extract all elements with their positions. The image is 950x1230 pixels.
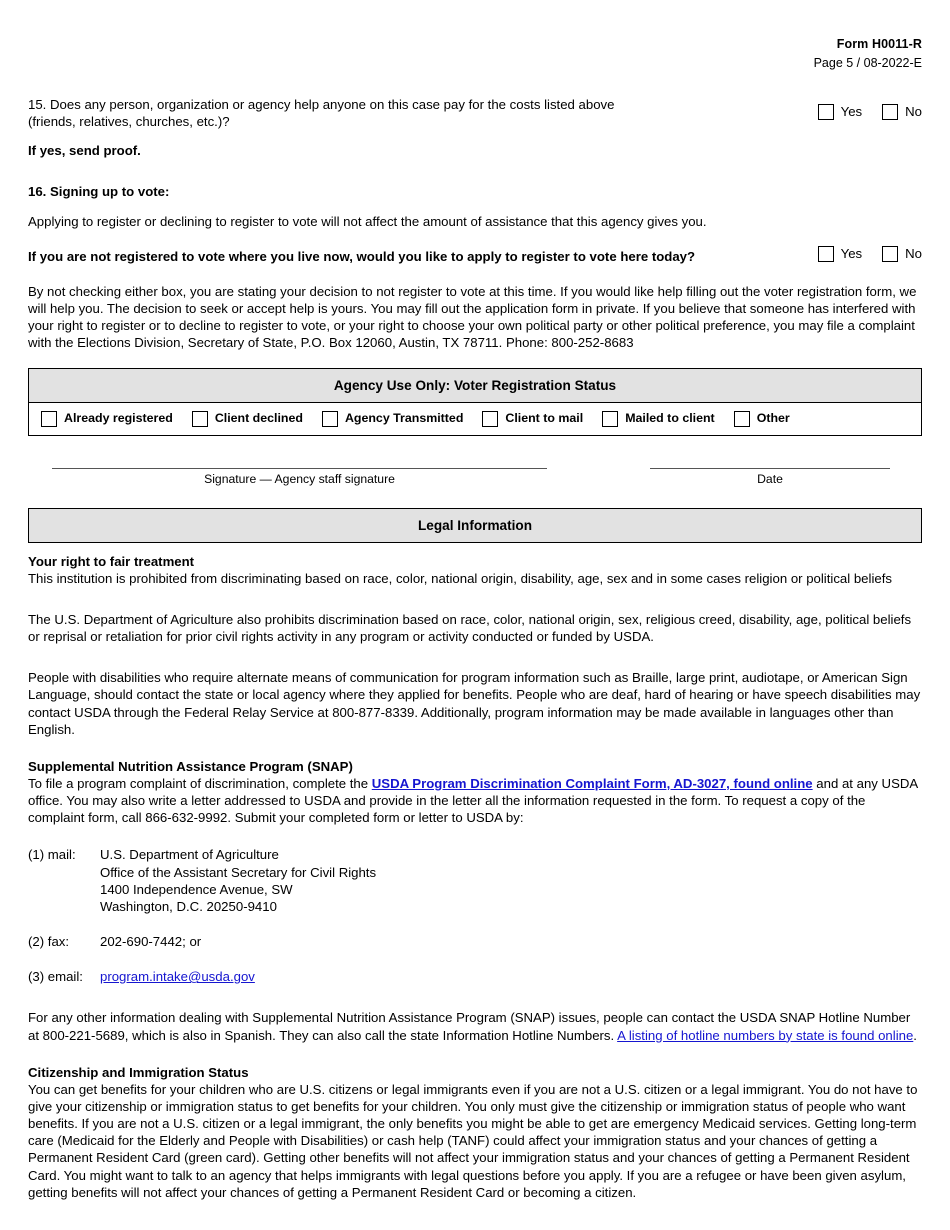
status-option-label: Agency Transmitted (344, 411, 464, 426)
question-15-line-2: (friends, relatives, churches, etc.)? (28, 114, 230, 130)
form-header: Form H0011-R Page 5 / 08-2022-E (814, 36, 922, 72)
citizenship-heading: Citizenship and Immigration Status (28, 1064, 249, 1080)
question-15: 15. Does any person, organization or age… (28, 96, 922, 130)
status-option-client-declined[interactable]: Client declined (191, 410, 303, 427)
hotline-text-after-link: . (913, 1027, 917, 1043)
question-15-yes-option[interactable]: Yes (817, 104, 863, 120)
date-line[interactable] (650, 467, 890, 469)
checkbox-icon[interactable] (733, 410, 750, 427)
question-15-yes-label: Yes (840, 104, 863, 120)
fair-treatment-heading: Your right to fair treatment (28, 553, 195, 569)
signature-line[interactable] (52, 467, 547, 469)
checkbox-icon[interactable] (817, 245, 834, 262)
agency-use-only-box: Agency Use Only: Voter Registration Stat… (28, 367, 922, 436)
voter-registration-status-options: Already registered Client declined Agenc… (29, 403, 921, 435)
email-value-wrap: program.intake@usda.gov (100, 968, 922, 985)
question-16-no-option[interactable]: No (882, 245, 922, 262)
page-number-line: Page 5 / 08-2022-E (813, 55, 922, 70)
question-15-note: If yes, send proof. (28, 143, 141, 159)
question-16-answer-group: Yes No (817, 245, 922, 262)
checkbox-icon[interactable] (602, 410, 619, 427)
form-body: 15. Does any person, organization or age… (28, 96, 922, 1201)
mail-address-line: Office of the Assistant Secretary for Ci… (100, 864, 377, 880)
mail-address-lines: U.S. Department of Agriculture Office of… (100, 846, 922, 915)
status-option-label: Client to mail (505, 411, 584, 426)
checkbox-icon[interactable] (482, 410, 499, 427)
question-15-no-label: No (905, 104, 922, 120)
form-page: Form H0011-R Page 5 / 08-2022-E 15. Does… (0, 0, 950, 1230)
snap-hotline-paragraph: For any other information dealing with S… (28, 1009, 922, 1043)
status-option-label: Mailed to client (625, 411, 715, 426)
email-label: (3) email: (28, 969, 83, 985)
question-15-line-1: 15. Does any person, organization or age… (28, 97, 615, 112)
agency-use-only-title: Agency Use Only: Voter Registration Stat… (29, 368, 921, 403)
legal-information-bar: Legal Information (28, 507, 922, 543)
mail-address-line: Washington, D.C. 20250-9410 (100, 898, 277, 914)
mail-address-line: U.S. Department of Agriculture (100, 847, 279, 863)
question-16-yes-option[interactable]: Yes (817, 245, 863, 262)
signature-area: Signature — Agency staff signature Date (28, 456, 922, 502)
usda-complaint-form-link[interactable]: USDA Program Discrimination Complaint Fo… (372, 776, 813, 791)
question-15-no-option[interactable]: No (882, 104, 922, 120)
question-16-question: If you are not registered to vote where … (28, 248, 696, 264)
mail-address-row: (1) mail: U.S. Department of Agriculture… (28, 846, 922, 915)
email-row: (3) email: program.intake@usda.gov (28, 968, 922, 985)
fax-row: (2) fax: 202-690-7442; or (28, 933, 922, 950)
date-caption: Date (757, 471, 783, 486)
mail-address-line: 1400 Independence Avenue, SW (100, 881, 293, 897)
checkbox-icon[interactable] (41, 410, 57, 427)
signature-caption: Signature — Agency staff signature (204, 471, 395, 486)
checkbox-icon[interactable] (191, 410, 208, 427)
snap-heading: Supplemental Nutrition Assistance Progra… (28, 758, 353, 774)
status-option-client-to-mail[interactable]: Client to mail (482, 410, 584, 427)
checkbox-icon[interactable] (321, 410, 338, 427)
citizenship-body: You can get benefits for your children w… (28, 1081, 918, 1200)
snap-text-before-link: To file a program complaint of discrimin… (28, 775, 372, 791)
status-option-mailed-to-client[interactable]: Mailed to client (602, 410, 715, 427)
status-option-other[interactable]: Other (733, 410, 790, 427)
question-16-disclaimer: By not checking either box, you are stat… (28, 283, 917, 351)
question-16-intro: Applying to register or declining to reg… (28, 213, 707, 229)
question-16-heading: 16. Signing up to vote: (28, 184, 170, 200)
question-16-no-label: No (905, 246, 922, 262)
fax-value: 202-690-7442; or (100, 934, 202, 950)
hotline-numbers-link[interactable]: A listing of hotline numbers by state is… (617, 1028, 913, 1043)
fair-treatment-body: This institution is prohibited from disc… (28, 570, 892, 586)
disabilities-accommodation-paragraph: People with disabilities who require alt… (28, 670, 921, 737)
form-id: Form H0011-R (836, 37, 922, 51)
status-option-agency-transmitted[interactable]: Agency Transmitted (321, 410, 464, 427)
checkbox-icon[interactable] (817, 104, 834, 120)
checkbox-icon[interactable] (882, 245, 899, 262)
question-16-yes-label: Yes (840, 246, 863, 262)
status-option-label: Already registered (64, 411, 173, 426)
usda-nondiscrimination-paragraph: The U.S. Department of Agriculture also … (28, 611, 912, 645)
fax-label: (2) fax: (28, 934, 70, 950)
program-intake-email-link[interactable]: program.intake@usda.gov (100, 969, 255, 984)
status-option-already-registered[interactable]: Already registered (41, 410, 173, 427)
snap-complaint-paragraph: To file a program complaint of discrimin… (28, 775, 922, 826)
status-option-label: Client declined (214, 411, 303, 426)
question-16-register-row: If you are not registered to vote where … (28, 245, 922, 265)
status-option-label: Other (756, 411, 790, 426)
question-15-text: 15. Does any person, organization or age… (28, 96, 922, 130)
mail-label: (1) mail: (28, 847, 76, 863)
question-15-answer-group: Yes No (817, 104, 922, 120)
checkbox-icon[interactable] (882, 104, 899, 120)
